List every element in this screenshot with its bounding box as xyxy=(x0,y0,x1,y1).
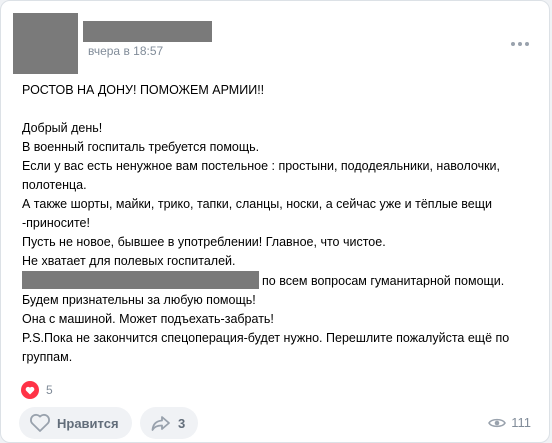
post-line: Если у вас есть ненужное вам постельное … xyxy=(22,159,501,173)
post-line xyxy=(22,100,537,119)
post-line: P.S.Пока не закончится спецоперация-буде… xyxy=(22,331,510,345)
post-line: А также шорты, майки, трико, тапки, слан… xyxy=(22,197,492,211)
post-line-text: по всем вопросам гуманитарной помощи. xyxy=(262,274,505,288)
post-line: Добрый день! xyxy=(22,121,103,135)
avatar[interactable] xyxy=(13,13,78,74)
redacted-block xyxy=(22,271,259,289)
reactions-summary[interactable]: 5 xyxy=(21,381,53,399)
views-count: 111 xyxy=(511,415,531,430)
post-line: -приносите! xyxy=(22,216,90,230)
heart-outline-icon xyxy=(30,413,50,432)
post-line: В военный госпиталь требуется помощь. xyxy=(22,140,260,154)
post-line: полотенца. xyxy=(22,178,87,192)
dot-icon xyxy=(511,42,515,46)
dot-icon xyxy=(525,42,529,46)
post-actions: Нравится 3 xyxy=(19,407,198,439)
post-line: Пусть не новое, бывшее в употреблении! Г… xyxy=(22,235,386,249)
eye-icon xyxy=(488,418,507,427)
heart-icon xyxy=(21,381,39,399)
more-options-button[interactable] xyxy=(511,39,529,49)
like-button[interactable]: Нравится xyxy=(19,407,132,439)
post-line: Она с машиной. Может подъехать-забрать! xyxy=(22,312,274,326)
share-arrow-icon xyxy=(151,416,170,431)
share-button[interactable]: 3 xyxy=(140,407,198,439)
post-line: Будем признательны за любую помощь! xyxy=(22,293,256,307)
reactions-count: 5 xyxy=(46,383,53,397)
like-label: Нравится xyxy=(57,415,119,431)
post-line: Не хватает для полевых госпиталей. xyxy=(22,254,236,268)
post-card: вчера в 18:57 РОСТОВ НА ДОНУ! ПОМОЖЕМ АР… xyxy=(0,0,550,443)
share-count: 3 xyxy=(178,415,186,431)
post-time[interactable]: вчера в 18:57 xyxy=(88,44,163,58)
views-counter: 111 xyxy=(488,415,531,430)
post-line-with-redaction: по всем вопросам гуманитарной помощи. xyxy=(22,271,537,291)
author-name-redacted[interactable] xyxy=(83,21,212,42)
post-line: группам. xyxy=(22,350,73,364)
dot-icon xyxy=(518,42,522,46)
post-line: РОСТОВ НА ДОНУ! ПОМОЖЕМ АРМИИ!! xyxy=(22,83,265,97)
post-text: РОСТОВ НА ДОНУ! ПОМОЖЕМ АРМИИ!! Добрый д… xyxy=(22,81,537,367)
